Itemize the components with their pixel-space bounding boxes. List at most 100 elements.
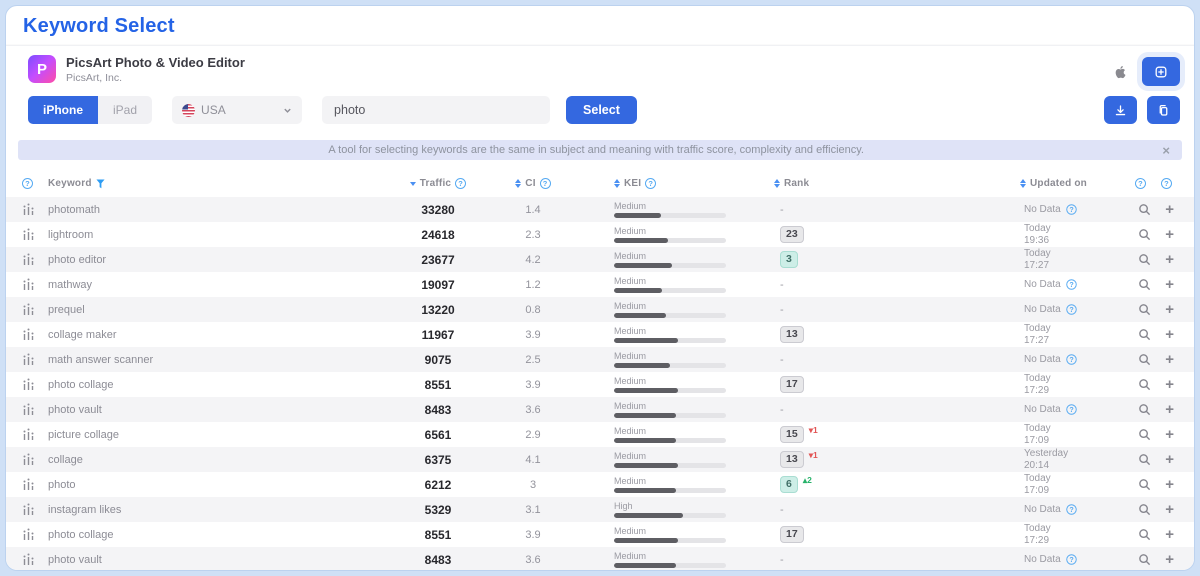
info-icon[interactable] [540,178,551,189]
table-row[interactable]: collage maker 11967 3.9 Medium 13 Today1… [6,322,1194,347]
search-keyword-icon[interactable] [1138,428,1151,441]
add-keyword-icon[interactable]: + [1165,527,1174,542]
keyword-search-input[interactable] [322,96,550,124]
table-row[interactable]: photomath 33280 1.4 Medium - No Data + [6,197,1194,222]
column-kei[interactable]: KEI [578,178,758,189]
info-icon[interactable] [1066,554,1076,564]
add-keyword-icon[interactable]: + [1165,377,1174,392]
filter-icon[interactable] [96,179,105,189]
search-keyword-icon[interactable] [1138,378,1151,391]
search-keyword-icon[interactable] [1138,453,1151,466]
add-keyword-icon[interactable]: + [1165,352,1174,367]
search-keyword-icon[interactable] [1138,203,1151,216]
column-ci[interactable]: CI [488,178,578,189]
table-row[interactable]: photo vault 8483 3.6 Medium - No Data + [6,547,1194,571]
select-button[interactable]: Select [566,96,637,124]
add-keyword-icon[interactable]: + [1165,302,1174,317]
column-traffic[interactable]: Traffic [388,178,488,189]
search-keyword-icon[interactable] [1138,228,1151,241]
add-app-button[interactable] [1142,57,1180,86]
add-keyword-icon[interactable]: + [1165,277,1174,292]
kei-label: Medium [614,201,758,211]
table-row[interactable]: photo collage 8551 3.9 Medium 17 Today17… [6,522,1194,547]
search-keyword-icon[interactable] [1138,403,1151,416]
banner-close-icon[interactable]: × [1162,144,1170,157]
content-panel: P PicsArt Photo & Video Editor PicsArt, … [6,45,1194,571]
add-keyword-icon[interactable]: + [1165,477,1174,492]
table-row[interactable]: lightroom 24618 2.3 Medium 23 Today19:36… [6,222,1194,247]
no-data-label: No Data [1024,554,1061,566]
search-keyword-icon[interactable] [1138,253,1151,266]
table-row[interactable]: picture collage 6561 2.9 Medium 15▾1 Tod… [6,422,1194,447]
updated-cell: Today17:09 [1010,473,1120,497]
add-keyword-icon[interactable]: + [1165,227,1174,242]
info-icon[interactable] [1066,404,1076,414]
info-icon[interactable] [1066,279,1076,289]
info-icon[interactable] [22,178,33,189]
sort-icon [1020,179,1026,188]
add-keyword-icon[interactable]: + [1165,427,1174,442]
info-icon[interactable] [645,178,656,189]
table-row[interactable]: instagram likes 5329 3.1 High - No Data … [6,497,1194,522]
search-keyword-icon[interactable] [1138,503,1151,516]
table-row[interactable]: math answer scanner 9075 2.5 Medium - No… [6,347,1194,372]
column-rank[interactable]: Rank [758,178,1010,189]
kei-cell: Medium [578,476,758,493]
controls-bar: iPhone iPad [6,88,1194,132]
table-row[interactable]: photo collage 8551 3.9 Medium 17 Today17… [6,372,1194,397]
updated-cell: No Data [1010,279,1120,291]
no-data-label: No Data [1024,504,1061,516]
keyword-stats-icon [22,453,35,466]
no-data-label: No Data [1024,279,1061,291]
info-icon[interactable] [1066,504,1076,514]
kei-label: Medium [614,226,758,236]
kei-cell: Medium [578,451,758,468]
kei-label: Medium [614,526,758,536]
info-icon[interactable] [1066,304,1076,314]
kei-cell: High [578,501,758,518]
search-keyword-icon[interactable] [1138,278,1151,291]
add-keyword-icon[interactable]: + [1165,552,1174,567]
add-keyword-icon[interactable]: + [1165,402,1174,417]
copy-button[interactable] [1147,96,1180,124]
info-icon[interactable] [1161,178,1172,189]
table-row[interactable]: collage 6375 4.1 Medium 13▾1 Yesterday20… [6,447,1194,472]
ci-cell: 4.2 [488,254,578,266]
traffic-cell: 8551 [388,378,488,392]
search-keyword-icon[interactable] [1138,353,1151,366]
rank-dash: - [780,279,784,291]
table-row[interactable]: photo vault 8483 3.6 Medium - No Data + [6,397,1194,422]
search-keyword-icon[interactable] [1138,303,1151,316]
add-keyword-icon[interactable]: + [1165,202,1174,217]
add-keyword-icon[interactable]: + [1165,502,1174,517]
tab-ipad[interactable]: iPad [98,96,152,124]
search-keyword-icon[interactable] [1138,528,1151,541]
search-keyword-icon[interactable] [1138,478,1151,491]
table-row[interactable]: photo editor 23677 4.2 Medium 3 Today17:… [6,247,1194,272]
info-icon[interactable] [1135,178,1146,189]
column-updated-on[interactable]: Updated on [1010,178,1120,189]
column-keyword[interactable]: Keyword [48,178,388,189]
kei-progress-bar [614,413,726,418]
kei-label: Medium [614,301,758,311]
tab-iphone[interactable]: iPhone [28,96,98,124]
add-keyword-icon[interactable]: + [1165,452,1174,467]
rank-cell: - [758,354,1010,366]
table-row[interactable]: mathway 19097 1.2 Medium - No Data + [6,272,1194,297]
rank-dash: - [780,554,784,566]
download-button[interactable] [1104,96,1137,124]
kei-progress-bar [614,488,726,493]
table-row[interactable]: prequel 13220 0.8 Medium - No Data + [6,297,1194,322]
add-keyword-icon[interactable]: + [1165,252,1174,267]
sort-desc-icon [410,182,416,186]
search-keyword-icon[interactable] [1138,553,1151,566]
table-row[interactable]: photo 6212 3 Medium 6▴2 Today17:09 + [6,472,1194,497]
country-label: USA [201,103,226,117]
info-icon[interactable] [1066,204,1076,214]
info-icon[interactable] [1066,354,1076,364]
search-keyword-icon[interactable] [1138,328,1151,341]
country-select[interactable]: USA [172,96,302,124]
add-keyword-icon[interactable]: + [1165,327,1174,342]
rank-change: ▾1 [809,450,818,461]
info-icon[interactable] [455,178,466,189]
